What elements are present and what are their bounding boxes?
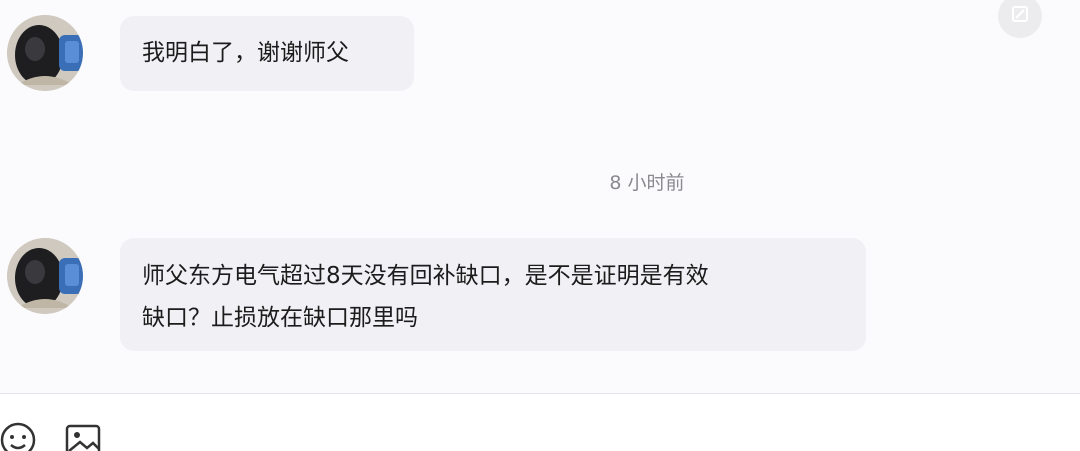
message-bubble: 师父东方电气超过8天没有回补缺口，是不是证明是有效 缺口？止损放在缺口那里吗 (120, 238, 866, 351)
message-bubble: 我明白了，谢谢师父 (120, 16, 414, 91)
edit-icon (1010, 4, 1030, 28)
message-text: 我明白了，谢谢师父 (142, 40, 349, 66)
emoji-icon (0, 418, 40, 451)
message-text-line: 师父东方电气超过8天没有回补缺口，是不是证明是有效 (142, 263, 709, 289)
edit-button[interactable] (998, 0, 1042, 38)
timestamp: 8 小时前 (609, 172, 685, 194)
chat-window: 我明白了，谢谢师父 8 小时前 师父东方电气超过8天没有回补缺口，是不是证明是有… (0, 0, 1080, 451)
emoji-button[interactable] (0, 418, 40, 451)
input-toolbar (0, 394, 1080, 451)
avatar[interactable] (7, 15, 83, 91)
avatar[interactable] (7, 238, 83, 314)
image-button[interactable] (64, 418, 104, 451)
message-text-line: 缺口？止损放在缺口那里吗 (142, 305, 418, 331)
image-icon (64, 418, 104, 451)
